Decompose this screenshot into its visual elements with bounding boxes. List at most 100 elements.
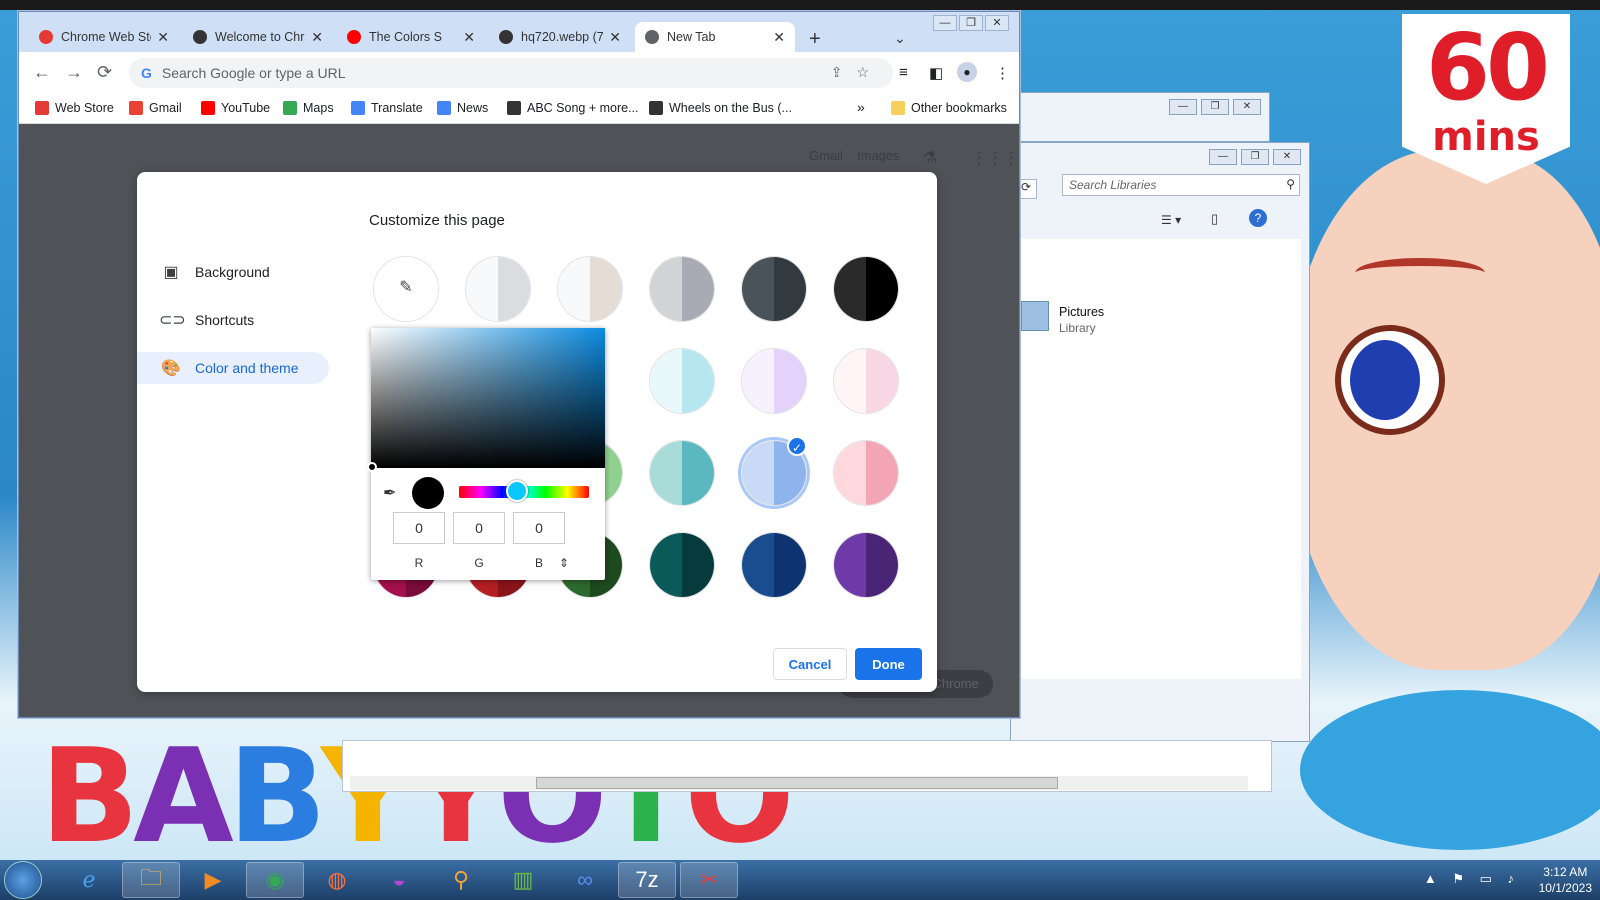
ntp-images-link[interactable]: Images <box>857 148 900 163</box>
apps-grid-icon[interactable]: ⋮⋮⋮ <box>971 148 1019 168</box>
clock[interactable]: 3:12 AM 10/1/2023 <box>1539 864 1592 896</box>
bookmark-item[interactable]: Gmail <box>129 101 182 115</box>
infinity-app-icon[interactable]: ∞ <box>556 862 614 898</box>
color-mode-toggle[interactable]: ⇕ <box>549 556 579 570</box>
saturation-value-area[interactable] <box>371 328 605 468</box>
hue-slider-thumb[interactable] <box>506 480 528 502</box>
done-button[interactable]: Done <box>855 648 922 680</box>
theme-color-swatch[interactable] <box>649 532 715 598</box>
maximize-button[interactable]: ❐ <box>1201 99 1229 115</box>
bookmark-favicon-icon <box>35 101 49 115</box>
omnibox[interactable]: G Search Google or type a URL ⇪☆ <box>129 58 893 88</box>
folder-icon <box>891 101 905 115</box>
bookmark-item[interactable]: News <box>437 101 488 115</box>
sv-cursor[interactable] <box>367 462 377 472</box>
color-picker-popup: ✒ 0 0 0 R G B ⇕ <box>367 328 605 580</box>
theme-color-swatch[interactable] <box>557 256 623 322</box>
internet-explorer-icon[interactable]: ℯ <box>60 862 118 898</box>
forward-arrow-icon[interactable]: → <box>65 62 83 83</box>
search-app-icon[interactable]: ⚲ <box>432 862 490 898</box>
close-window-button[interactable]: ✕ <box>985 15 1009 31</box>
minimize-button[interactable]: — <box>1169 99 1197 115</box>
blue-value-input[interactable]: 0 <box>513 512 565 544</box>
tab-4[interactable]: hq720.webp (72 ✕ <box>489 22 631 52</box>
back-arrow-icon[interactable]: ← <box>33 62 51 83</box>
bookmarks-overflow-button[interactable]: » <box>857 99 865 115</box>
theme-color-swatch[interactable] <box>833 256 899 322</box>
theme-color-swatch[interactable] <box>833 440 899 506</box>
side-panel-icon[interactable]: ◧ <box>929 64 943 82</box>
labs-flask-icon[interactable]: ⚗ <box>923 148 937 168</box>
bookmark-item[interactable]: Maps <box>283 101 334 115</box>
search-libraries-input[interactable]: Search Libraries ⚲ <box>1062 174 1300 196</box>
tab-3[interactable]: The Colors S ✕ <box>337 22 485 52</box>
firefox-icon[interactable]: ◍ <box>308 862 366 898</box>
theme-color-swatch[interactable] <box>741 348 807 414</box>
menu-kebab-icon[interactable]: ⋮ <box>995 64 1010 82</box>
close-button[interactable]: ✕ <box>1273 149 1301 165</box>
mask-app-icon[interactable]: ◒ <box>370 862 428 898</box>
nav-color-and-theme[interactable]: 🎨 Color and theme <box>137 352 329 384</box>
file-explorer-icon[interactable]: 🗀 <box>122 862 180 898</box>
nav-background[interactable]: ▣ Background <box>137 256 329 288</box>
close-button[interactable]: ✕ <box>1233 99 1261 115</box>
window-controls: — ❐ ✕ <box>933 15 1009 31</box>
reading-list-icon[interactable]: ≡ <box>899 64 908 81</box>
explorer-content-pane: Pictures Library <box>1011 239 1301 679</box>
tab-close-icon[interactable]: ✕ <box>609 29 621 46</box>
share-and-bookmark-star-icon[interactable]: ⇪☆ <box>831 64 883 81</box>
minimize-button[interactable]: — <box>933 15 957 31</box>
profile-avatar[interactable]: ● <box>957 62 977 82</box>
tab-5[interactable]: New Tab ✕ <box>635 22 795 52</box>
view-options-button[interactable]: ☰ ▾ <box>1161 213 1181 227</box>
media-player-icon[interactable]: ▶ <box>184 862 242 898</box>
start-button[interactable] <box>4 861 42 899</box>
theme-color-swatch[interactable] <box>741 256 807 322</box>
tab-1[interactable]: Chrome Web Sto ✕ <box>29 22 179 52</box>
theme-color-swatch[interactable] <box>741 532 807 598</box>
ntp-gmail-link[interactable]: Gmail <box>809 148 843 163</box>
tab-2[interactable]: Welcome to Chr ✕ <box>183 22 333 52</box>
image-icon: ▣ <box>163 264 179 281</box>
chart-app-icon[interactable]: ▥ <box>494 862 552 898</box>
bookmark-item[interactable]: Translate <box>351 101 423 115</box>
custom-color-swatch[interactable]: ✎ <box>373 256 439 322</box>
theme-color-swatch[interactable] <box>649 440 715 506</box>
theme-color-swatch[interactable] <box>465 256 531 322</box>
swatch-left-half <box>742 533 774 597</box>
bookmark-item[interactable]: YouTube <box>201 101 270 115</box>
theme-color-swatch[interactable] <box>649 256 715 322</box>
bookmark-item[interactable]: ABC Song + more... <box>507 101 639 115</box>
theme-color-swatch[interactable] <box>833 348 899 414</box>
eyedropper-icon[interactable]: ✒ <box>383 483 396 503</box>
theme-color-swatch[interactable] <box>649 348 715 414</box>
tab-close-icon[interactable]: ✕ <box>311 29 323 46</box>
chrome-icon[interactable]: ◉ <box>246 862 304 898</box>
other-bookmarks-folder[interactable]: Other bookmarks <box>891 101 1007 115</box>
new-tab-button[interactable]: + <box>809 28 821 51</box>
scrollbar-thumb[interactable] <box>536 777 1058 789</box>
maximize-button[interactable]: ❐ <box>959 15 983 31</box>
horizontal-scrollbar[interactable] <box>350 776 1248 790</box>
theme-color-swatch[interactable] <box>833 532 899 598</box>
minimize-button[interactable]: — <box>1209 149 1237 165</box>
help-icon[interactable]: ? <box>1249 209 1267 227</box>
nav-shortcuts[interactable]: ⊂⊃ Shortcuts <box>137 304 329 336</box>
maximize-button[interactable]: ❐ <box>1241 149 1269 165</box>
bookmark-item[interactable]: Wheels on the Bus (... <box>649 101 792 115</box>
tab-close-icon[interactable]: ✕ <box>463 29 475 46</box>
7zip-icon[interactable]: 7z <box>618 862 676 898</box>
reload-icon[interactable]: ⟳ <box>97 62 112 83</box>
cancel-button[interactable]: Cancel <box>773 648 847 680</box>
pictures-library-title[interactable]: Pictures <box>1059 305 1104 319</box>
red-value-input[interactable]: 0 <box>393 512 445 544</box>
swatch-left-half <box>834 533 866 597</box>
preview-pane-button[interactable]: ▯ <box>1211 211 1218 227</box>
system-tray-icons[interactable]: ▲ ⚑ ▭ ♪ <box>1424 871 1520 887</box>
tab-close-icon[interactable]: ✕ <box>773 29 785 46</box>
snipping-tool-icon[interactable]: ✂ <box>680 862 738 898</box>
tab-close-icon[interactable]: ✕ <box>157 29 169 46</box>
bookmark-item[interactable]: Web Store <box>35 101 114 115</box>
tab-search-button[interactable]: ⌄ <box>894 30 906 47</box>
green-value-input[interactable]: 0 <box>453 512 505 544</box>
